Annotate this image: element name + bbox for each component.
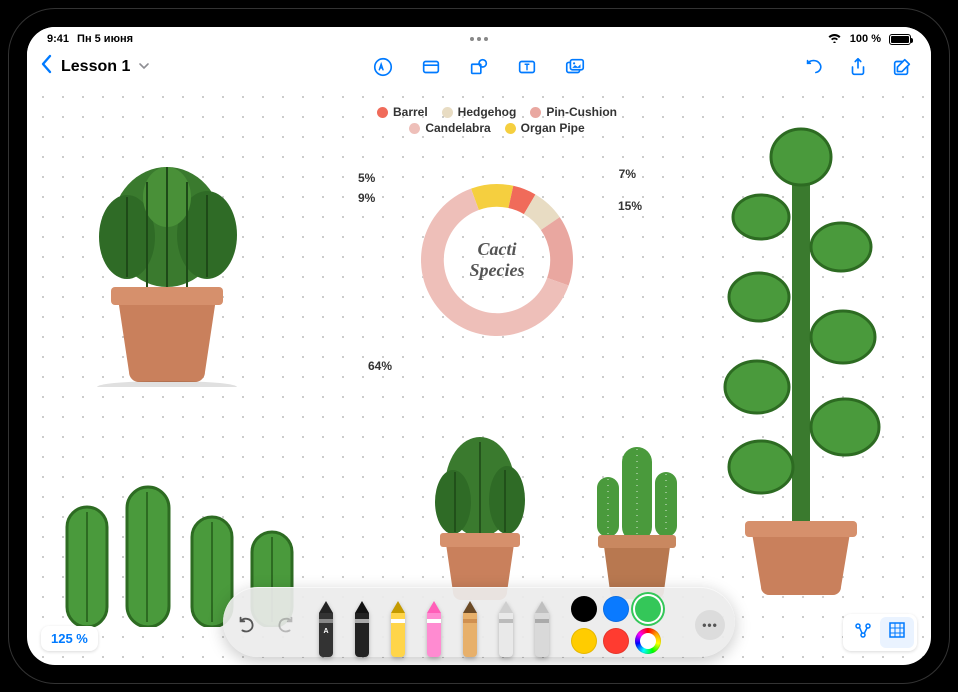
legend-item: Organ Pipe [505,121,585,135]
color-swatch[interactable] [571,628,597,654]
battery-text: 100 % [850,33,881,45]
cactus-image-medium-1[interactable] [405,417,555,607]
tool-highlighter[interactable] [421,599,447,657]
legend-item: Candelabra [409,121,490,135]
text-box-icon[interactable] [516,56,538,78]
tool-ruler[interactable] [529,599,555,657]
color-picker-icon[interactable] [635,628,661,654]
wifi-icon [827,32,842,46]
tool-pen[interactable]: A [313,599,339,657]
battery-icon [889,34,911,45]
back-button[interactable] [35,54,57,80]
tool-eraser[interactable] [493,599,519,657]
chart-label-64: 64% [368,359,392,373]
color-swatch[interactable] [603,596,629,622]
compose-icon[interactable] [891,56,913,78]
legend-item: Barrel [377,105,428,119]
svg-text:A: A [323,628,328,635]
color-swatch[interactable] [603,628,629,654]
drawing-palette: A ••• [223,587,735,657]
donut-segment [541,217,573,285]
donut-chart[interactable]: Barrel Hedgehog Pin-Cushion Candelabra Organ… [347,105,647,355]
legend-item: Pin-Cushion [530,105,617,119]
app-toolbar: Lesson 1 [27,49,931,85]
chart-label-5: 5% [358,171,375,185]
chart-title: Cacti Species [450,239,545,281]
grid-view-icon[interactable] [880,617,914,648]
chart-label-15: 15% [618,199,642,213]
tool-pencil[interactable] [457,599,483,657]
graph-view-icon[interactable] [846,617,880,648]
status-time: 9:41 [47,33,69,45]
document-title[interactable]: Lesson 1 [61,58,130,76]
color-swatch[interactable] [571,596,597,622]
chart-legend: Barrel Hedgehog Pin-Cushion Candelabra Organ… [347,105,647,135]
status-bar: 9:41 Пн 5 июня 100 % [27,27,931,49]
chart-label-7: 7% [619,167,636,181]
legend-item: Hedgehog [442,105,517,119]
chevron-down-icon[interactable] [138,60,150,75]
palette-undo-button[interactable] [233,611,261,639]
drawn-succulent-tall[interactable] [711,107,891,607]
sticky-note-icon[interactable] [420,56,442,78]
share-icon[interactable] [847,56,869,78]
draw-tool-icon[interactable] [372,56,394,78]
multitask-dots[interactable] [470,37,488,41]
color-swatch[interactable] [635,596,661,622]
palette-more-button[interactable]: ••• [695,610,725,640]
undo-icon[interactable] [803,56,825,78]
tool-marker[interactable] [385,599,411,657]
freeform-canvas[interactable]: Barrel Hedgehog Pin-Cushion Candelabra Organ… [27,27,931,665]
status-date: Пн 5 июня [77,33,133,45]
tool-fountain[interactable] [349,599,375,657]
view-toggle[interactable] [843,614,917,651]
media-icon[interactable] [564,56,586,78]
chart-label-9: 9% [358,191,375,205]
shape-icon[interactable] [468,56,490,78]
cactus-image-medium-2[interactable] [567,417,707,607]
zoom-level[interactable]: 125 % [41,626,98,651]
cactus-image-large[interactable] [67,127,267,387]
palette-redo-button[interactable] [271,611,299,639]
